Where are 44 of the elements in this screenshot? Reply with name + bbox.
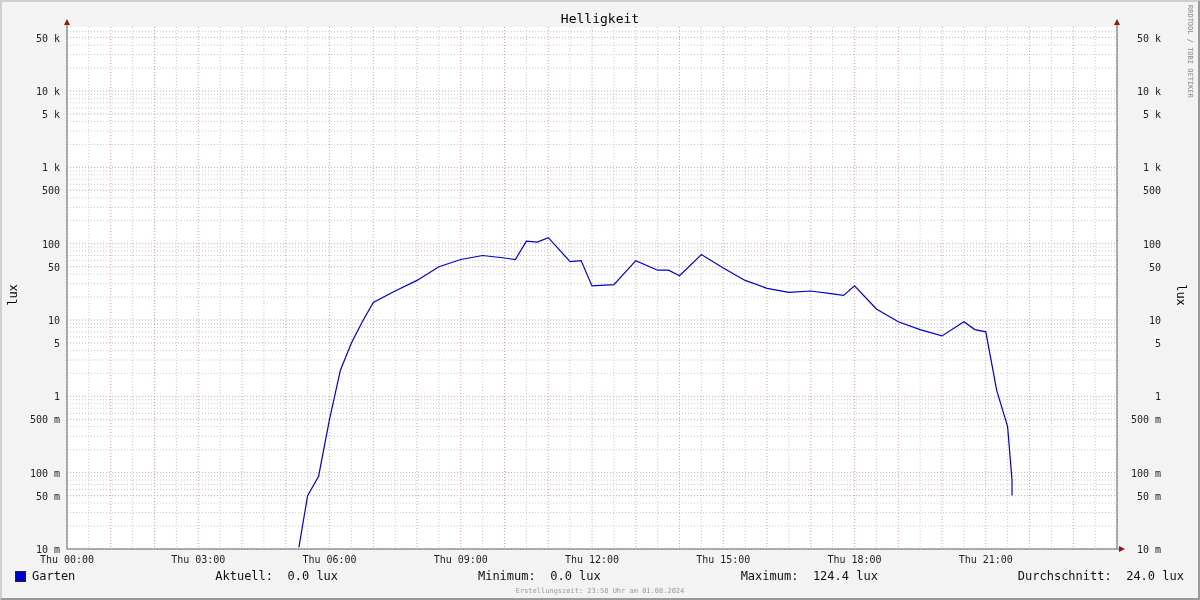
x-tick-label: Thu 15:00 bbox=[696, 554, 751, 565]
y-tick-label: 10 m bbox=[1136, 544, 1161, 555]
y-tick-label: 5 bbox=[53, 338, 60, 349]
y-tick-label: 1 k bbox=[1142, 162, 1161, 174]
legend-stat: Durchschnitt: 24.0 lux bbox=[1017, 569, 1184, 583]
x-tick-label: Thu 12:00 bbox=[564, 554, 620, 565]
legend-stat: Maximum: 124.4 lux bbox=[740, 569, 878, 583]
x-tick-label: Thu 06:00 bbox=[302, 554, 357, 565]
y-tick-label: 10 k bbox=[1136, 86, 1161, 98]
y-tick-label: 5 k bbox=[1142, 109, 1161, 120]
y-tick-label: 50 bbox=[47, 261, 60, 273]
y-tick-label: 100 bbox=[1142, 238, 1161, 250]
y-tick-label: 50 k bbox=[35, 32, 60, 44]
y-tick-label: 1 bbox=[53, 391, 60, 403]
y-tick-label: 50 m bbox=[1136, 490, 1161, 502]
y-tick-label: 500 m bbox=[29, 414, 60, 426]
y-tick-label: 5 k bbox=[41, 109, 60, 120]
y-tick-label: 50 k bbox=[1136, 32, 1161, 44]
x-tick-label: Thu 00:00 bbox=[39, 554, 95, 565]
x-tick-label: Thu 09:00 bbox=[433, 554, 488, 565]
y-tick-label: 5 bbox=[1154, 338, 1161, 349]
y-tick-label: 500 bbox=[41, 185, 60, 197]
y-tick-label: 500 bbox=[1142, 185, 1161, 197]
y-tick-label: 100 bbox=[41, 238, 60, 250]
y-axis-label: lux bbox=[5, 284, 20, 306]
legend-stat: Aktuell: 0.0 lux bbox=[215, 569, 339, 583]
y-tick-label: 500 m bbox=[1130, 414, 1161, 426]
y-tick-label: 10 m bbox=[35, 544, 60, 555]
y-tick-label: 1 k bbox=[41, 162, 60, 174]
y-tick-label: 10 bbox=[1148, 315, 1161, 326]
y-axis-label: lux bbox=[1173, 284, 1188, 306]
y-tick-label: 10 k bbox=[35, 86, 60, 98]
x-tick-label: Thu 03:00 bbox=[171, 554, 226, 565]
y-tick-label: 100 m bbox=[1130, 467, 1161, 479]
legend-label: Garten bbox=[32, 569, 76, 583]
y-tick-label: 1 bbox=[1154, 391, 1161, 403]
x-tick-label: Thu 21:00 bbox=[958, 554, 1013, 565]
chart-title: Helligkeit bbox=[560, 11, 640, 26]
y-tick-label: 50 bbox=[1148, 261, 1161, 273]
y-tick-label: 50 m bbox=[35, 490, 60, 502]
y-tick-label: 100 m bbox=[29, 467, 60, 479]
legend-stat: Minimum: 0.0 lux bbox=[477, 569, 601, 583]
y-tick-label: 10 bbox=[47, 315, 60, 326]
x-tick-label: Thu 18:00 bbox=[827, 554, 882, 565]
